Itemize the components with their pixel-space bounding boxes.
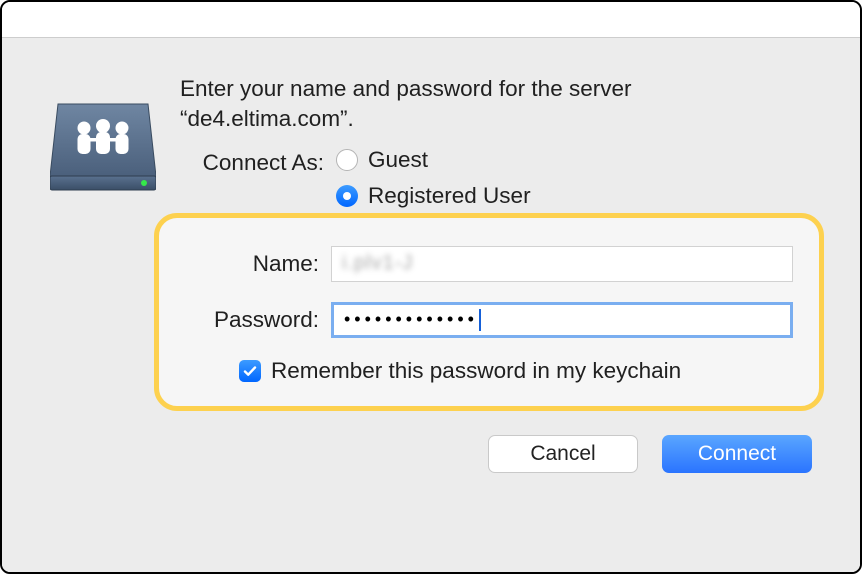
name-input[interactable]: i.plv1-J bbox=[331, 246, 793, 282]
dialog-body: Enter your name and password for the ser… bbox=[2, 38, 860, 572]
radio-registered-user[interactable]: Registered User bbox=[336, 183, 531, 209]
titlebar-spacer bbox=[2, 2, 860, 38]
radio-registered-label: Registered User bbox=[368, 183, 531, 209]
button-row: Cancel Connect bbox=[50, 435, 812, 473]
server-drive-icon bbox=[50, 74, 156, 194]
connect-button[interactable]: Connect bbox=[662, 435, 812, 473]
password-label: Password: bbox=[185, 307, 331, 333]
radio-icon bbox=[336, 149, 358, 171]
radio-guest-label: Guest bbox=[368, 147, 428, 173]
connect-as-radio-group: Guest Registered User bbox=[336, 147, 531, 209]
dialog-window: Enter your name and password for the ser… bbox=[0, 0, 862, 574]
prompt-text: Enter your name and password for the ser… bbox=[180, 74, 828, 135]
radio-icon-selected bbox=[336, 185, 358, 207]
radio-guest[interactable]: Guest bbox=[336, 147, 531, 173]
name-value-blurred: i.plv1-J bbox=[342, 252, 413, 275]
cancel-button[interactable]: Cancel bbox=[488, 435, 638, 473]
password-value: ••••••••••••• bbox=[344, 309, 478, 330]
name-label: Name: bbox=[185, 251, 331, 277]
connect-as-label: Connect As: bbox=[180, 147, 324, 176]
checkbox-checked-icon bbox=[239, 360, 261, 382]
remember-label: Remember this password in my keychain bbox=[271, 358, 681, 384]
password-input[interactable]: ••••••••••••• bbox=[331, 302, 793, 338]
credentials-highlight: Name: i.plv1-J Password: ••••••••••••• bbox=[154, 213, 824, 411]
remember-checkbox-row[interactable]: Remember this password in my keychain bbox=[239, 358, 793, 384]
text-caret bbox=[479, 309, 481, 331]
